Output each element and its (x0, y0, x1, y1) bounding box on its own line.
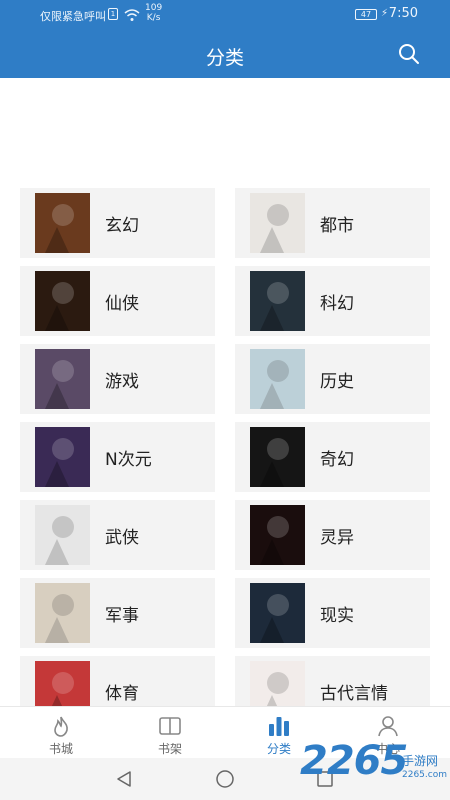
book-cover-image (250, 349, 305, 409)
back-icon[interactable] (114, 770, 134, 788)
category-card[interactable]: 游戏 (20, 344, 215, 414)
category-card[interactable]: 仙侠 (20, 266, 215, 336)
category-card[interactable]: 玄幻 (20, 188, 215, 258)
book-cover-image (250, 427, 305, 487)
category-card[interactable]: 都市 (235, 188, 430, 258)
watermark-logo: 2265 手游网 2265.com (300, 738, 450, 790)
user-icon (378, 716, 398, 737)
book-cover-image (250, 583, 305, 643)
category-label: 科幻 (320, 294, 354, 314)
clock: 7:50 (388, 6, 418, 21)
watermark-number: 2265 (300, 738, 408, 784)
book-cover-image (35, 349, 90, 409)
category-label: 武侠 (105, 528, 139, 548)
book-cover-image (35, 193, 90, 253)
category-label: 仙侠 (105, 294, 139, 314)
category-label: 玄幻 (105, 216, 139, 236)
status-bar: 仅限紧急呼叫 1 109 K/s 47 ⚡ 7:50 (0, 0, 450, 30)
watermark-site: 手游网 (402, 754, 439, 768)
category-label: 军事 (105, 606, 139, 626)
category-label: 灵异 (320, 528, 354, 548)
battery-icon: 47 (355, 9, 377, 20)
category-card[interactable]: 现实 (235, 578, 430, 648)
sim-icon: 1 (108, 8, 118, 20)
book-cover-image (35, 583, 90, 643)
category-label: 历史 (320, 372, 354, 392)
category-label: 奇幻 (320, 450, 354, 470)
nav-label: 书城 (48, 742, 73, 756)
book-cover-image (35, 271, 90, 331)
flame-icon (54, 716, 68, 737)
book-icon (159, 717, 181, 735)
category-card[interactable]: 灵异 (235, 500, 430, 570)
home-icon[interactable] (215, 770, 235, 788)
watermark-url: 2265.com (402, 770, 447, 780)
carrier-text: 仅限紧急呼叫 (40, 10, 106, 23)
bars-chart-icon (269, 717, 289, 736)
charging-icon: ⚡ (380, 8, 388, 19)
category-card[interactable]: 武侠 (20, 500, 215, 570)
app-header: 分类 (0, 30, 450, 78)
nav-item-bookstore[interactable]: 书城 (5, 707, 117, 759)
category-label: 游戏 (105, 372, 139, 392)
category-label: 古代言情 (320, 684, 388, 704)
category-card[interactable]: 军事 (20, 578, 215, 648)
category-label: 现实 (320, 606, 354, 626)
net-speed-unit: K/s (146, 13, 161, 23)
book-cover-image (35, 427, 90, 487)
category-card[interactable]: 科幻 (235, 266, 430, 336)
book-cover-image (250, 271, 305, 331)
category-label: 都市 (320, 216, 354, 236)
net-speed-value: 109 (145, 3, 163, 13)
net-speed: 109 K/s (145, 3, 162, 23)
book-cover-image (250, 193, 305, 253)
page-title: 分类 (205, 47, 244, 69)
category-card[interactable]: 奇幻 (235, 422, 430, 492)
book-cover-image (250, 505, 305, 565)
wifi-icon (124, 9, 140, 21)
book-cover-image (35, 505, 90, 565)
category-card[interactable]: 历史 (235, 344, 430, 414)
category-label: N次元 (105, 450, 152, 470)
nav-item-bookshelf[interactable]: 书架 (114, 707, 226, 759)
nav-label: 书架 (157, 742, 182, 756)
category-label: 体育 (105, 684, 139, 704)
category-card[interactable]: N次元 (20, 422, 215, 492)
search-icon[interactable] (397, 42, 421, 66)
